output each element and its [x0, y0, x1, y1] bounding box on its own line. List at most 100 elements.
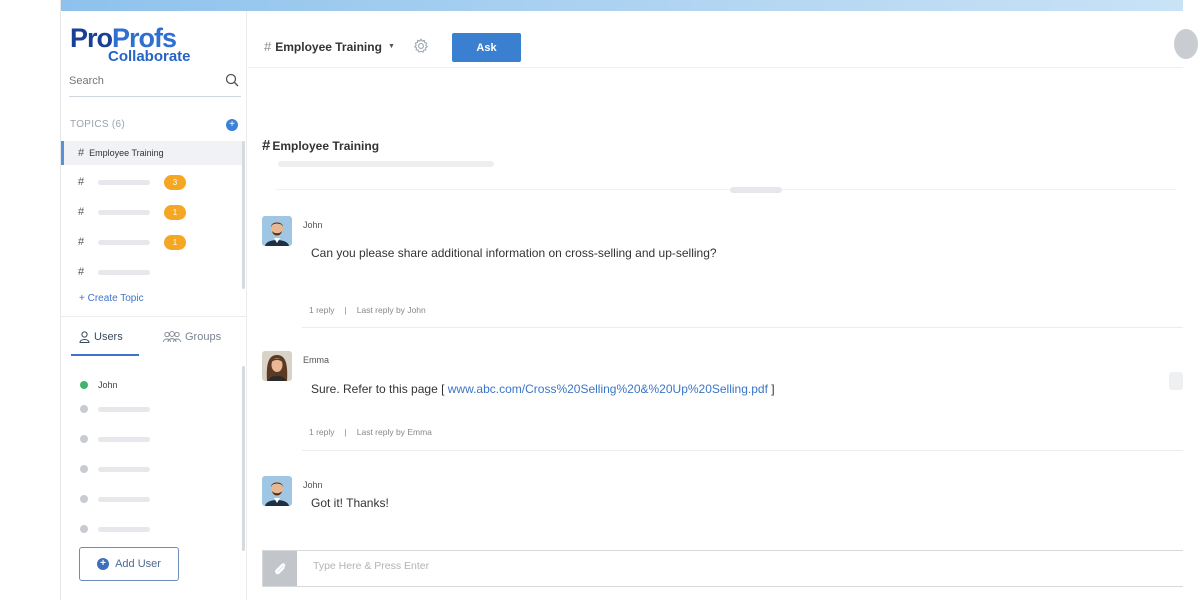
online-status-dot: [80, 381, 88, 389]
message-input[interactable]: [313, 560, 913, 572]
message-item: John Got it! Thanks!: [262, 476, 1183, 526]
avatar-john[interactable]: [262, 216, 292, 246]
topic-name-placeholder: [98, 239, 150, 245]
message-text: Sure. Refer to this page [ www.abc.com/C…: [311, 382, 775, 396]
date-label-placeholder: [730, 187, 782, 193]
offline-status-dot: [80, 435, 88, 443]
app-window: ProProfs Collaborate TOPICS (6) + # Empl…: [60, 0, 1198, 600]
date-divider: [276, 189, 1176, 190]
last-reply-label: Last reply by: [356, 427, 405, 437]
user-item[interactable]: [80, 495, 150, 503]
user-item-john[interactable]: John: [80, 380, 118, 390]
tab-groups[interactable]: Groups: [163, 331, 221, 343]
unread-badge: 3: [164, 174, 186, 190]
message-meta: 1 reply | Last reply by Emma: [309, 427, 432, 437]
user-item[interactable]: [80, 465, 150, 473]
message-text: Can you please share additional informat…: [311, 246, 717, 260]
user-name-placeholder: [98, 526, 150, 532]
topic-name-placeholder: [98, 269, 150, 275]
plus-icon: +: [97, 558, 110, 570]
offline-status-dot: [80, 495, 88, 503]
avatar-john[interactable]: [262, 476, 292, 506]
topic-item-employee-training[interactable]: # Employee Training: [61, 141, 244, 165]
topic-name-placeholder: [98, 179, 150, 185]
message-author: John: [303, 220, 323, 230]
message-text: Got it! Thanks!: [311, 496, 389, 510]
hash-icon: #: [78, 206, 85, 218]
tab-groups-label: Groups: [185, 331, 222, 343]
user-icon: [79, 331, 90, 343]
reply-count-link[interactable]: 1 reply: [309, 427, 335, 437]
message-composer: [262, 550, 1183, 587]
user-name-placeholder: [98, 496, 150, 502]
message-item: John Can you please share additional inf…: [262, 216, 1183, 328]
side-panel-handle[interactable]: [1169, 372, 1183, 390]
message-divider: [302, 327, 1183, 328]
unread-badge: 1: [164, 204, 186, 220]
topics-header: TOPICS (6): [70, 119, 126, 130]
user-name-placeholder: [98, 436, 150, 442]
divider: [61, 316, 246, 317]
tab-users-label: Users: [94, 331, 123, 343]
add-topic-icon[interactable]: +: [226, 119, 238, 131]
user-item[interactable]: [80, 405, 150, 413]
groups-icon: [163, 331, 181, 343]
main-panel: # Employee Training ▼ Ask # Employee Trai…: [248, 11, 1198, 600]
add-user-label: Add User: [115, 558, 161, 570]
channel-name: Employee Training: [275, 39, 382, 54]
hash-icon: #: [264, 39, 272, 54]
user-name-placeholder: [98, 406, 150, 412]
hash-icon: #: [78, 147, 85, 159]
tab-users[interactable]: Users: [71, 331, 139, 356]
message-item: Emma Sure. Refer to this page [ www.abc.…: [262, 351, 1183, 451]
chevron-down-icon: ▼: [387, 43, 395, 50]
sidebar: ProProfs Collaborate TOPICS (6) + # Empl…: [61, 11, 247, 600]
logo-collaborate: Collaborate: [108, 48, 191, 65]
browser-top-bar: [61, 0, 1183, 11]
gear-icon[interactable]: [413, 38, 429, 59]
paperclip-icon[interactable]: [263, 551, 297, 586]
last-reply-author: Emma: [407, 427, 432, 437]
offline-status-dot: [80, 525, 88, 533]
user-name-placeholder: [98, 466, 150, 472]
offline-status-dot: [80, 405, 88, 413]
pdf-link[interactable]: www.abc.com/Cross%20Selling%20&%20Up%20S…: [448, 382, 768, 396]
user-item[interactable]: [80, 525, 150, 533]
ask-button[interactable]: Ask: [452, 33, 521, 62]
reply-count-link[interactable]: 1 reply: [309, 305, 335, 315]
channel-title: # Employee Training: [262, 137, 379, 154]
channel-selector[interactable]: # Employee Training ▼: [264, 39, 395, 54]
topic-name-placeholder: [98, 209, 150, 215]
meta-divider: |: [344, 305, 347, 315]
user-name: John: [98, 380, 118, 390]
offline-status-dot: [80, 465, 88, 473]
message-text-after: ]: [771, 382, 775, 396]
logo-pro: Pro: [70, 23, 113, 53]
search-box: [69, 71, 241, 97]
hash-icon: #: [78, 236, 85, 248]
topic-item[interactable]: # 1: [78, 234, 238, 250]
last-reply-info: Last reply by Emma: [357, 427, 432, 437]
search-icon[interactable]: [225, 73, 239, 92]
hash-icon: #: [78, 266, 85, 278]
meta-divider: |: [344, 427, 347, 437]
topic-item[interactable]: # 3: [78, 174, 238, 190]
search-input[interactable]: [69, 71, 209, 87]
users-scrollbar[interactable]: [242, 366, 245, 551]
message-text-before: Sure. Refer to this page [: [311, 382, 445, 396]
user-item[interactable]: [80, 435, 150, 443]
topic-item[interactable]: #: [78, 264, 238, 280]
avatar-emma[interactable]: [262, 351, 292, 381]
profile-avatar[interactable]: [1174, 29, 1198, 59]
unread-badge: 1: [164, 234, 186, 250]
hash-icon: #: [78, 176, 85, 188]
channel-header: # Employee Training ▼ Ask: [248, 11, 1198, 68]
message-author: John: [303, 480, 323, 490]
add-user-button[interactable]: + Add User: [79, 547, 179, 581]
proprofs-logo: ProProfs Collaborate: [70, 23, 191, 65]
create-topic-link[interactable]: + Create Topic: [79, 293, 144, 304]
last-reply-label: Last reply by: [356, 305, 405, 315]
topics-scrollbar[interactable]: [242, 141, 245, 289]
last-reply-author: John: [407, 305, 426, 315]
topic-item[interactable]: # 1: [78, 204, 238, 220]
